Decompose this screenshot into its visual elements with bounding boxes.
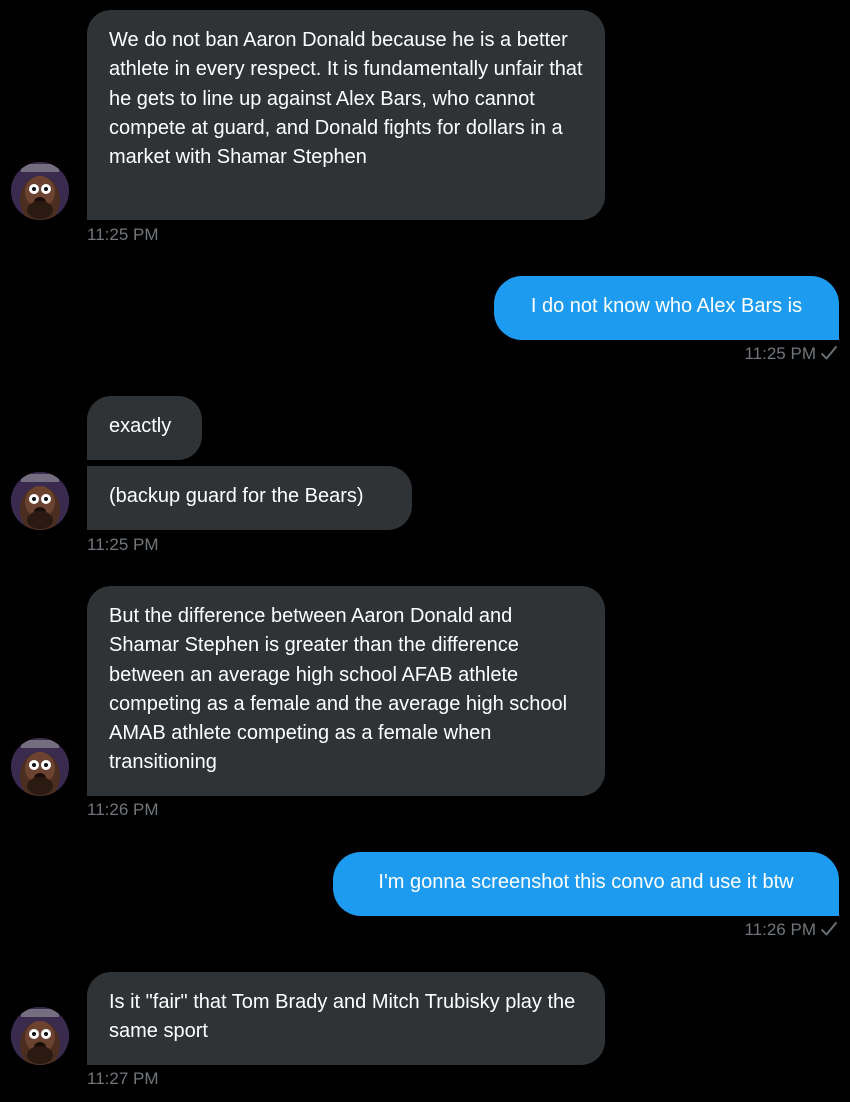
check-icon — [820, 345, 838, 366]
check-icon — [820, 921, 838, 942]
message-text: I do not know who Alex Bars is — [530, 295, 803, 317]
avatar[interactable] — [11, 1007, 69, 1065]
timestamp: 11:25 PM — [87, 225, 159, 244]
avatar-image — [11, 162, 69, 220]
timestamp-text: 11:26 PM — [744, 920, 816, 939]
timestamp: 11:25 PM — [744, 344, 838, 366]
timestamp-text: 11:25 PM — [744, 344, 816, 363]
message-bubble-incoming[interactable]: (backup guard for the Bears) — [87, 466, 412, 530]
message-text: I'm gonna screenshot this convo and use … — [378, 871, 794, 893]
timestamp: 11:26 PM — [87, 800, 159, 819]
timestamp: 11:27 PM — [87, 1069, 159, 1088]
avatar-image — [11, 1007, 69, 1065]
avatar[interactable] — [11, 472, 69, 530]
avatar[interactable] — [11, 738, 69, 796]
avatar-image — [11, 472, 69, 530]
timestamp: 11:26 PM — [744, 920, 838, 942]
message-bubble-incoming[interactable]: Is it "fair" that Tom Brady and Mitch Tr… — [87, 972, 605, 1065]
avatar-image — [11, 738, 69, 796]
message-bubble-incoming[interactable]: We do not ban Aaron Donald because he is… — [87, 10, 605, 220]
message-text: exactly — [109, 415, 172, 437]
message-text: Is it "fair" that Tom Brady and Mitch Tr… — [109, 991, 576, 1043]
message-bubble-outgoing[interactable]: I do not know who Alex Bars is — [494, 276, 839, 340]
message-bubble-incoming[interactable]: exactly — [87, 396, 202, 460]
timestamp: 11:25 PM — [87, 535, 159, 554]
message-bubble-incoming[interactable]: But the difference between Aaron Donald … — [87, 586, 605, 796]
message-text: But the difference between Aaron Donald … — [109, 605, 568, 774]
avatar[interactable] — [11, 162, 69, 220]
message-bubble-outgoing[interactable]: I'm gonna screenshot this convo and use … — [333, 852, 839, 916]
message-text: (backup guard for the Bears) — [109, 485, 364, 507]
message-text: We do not ban Aaron Donald because he is… — [109, 29, 583, 169]
